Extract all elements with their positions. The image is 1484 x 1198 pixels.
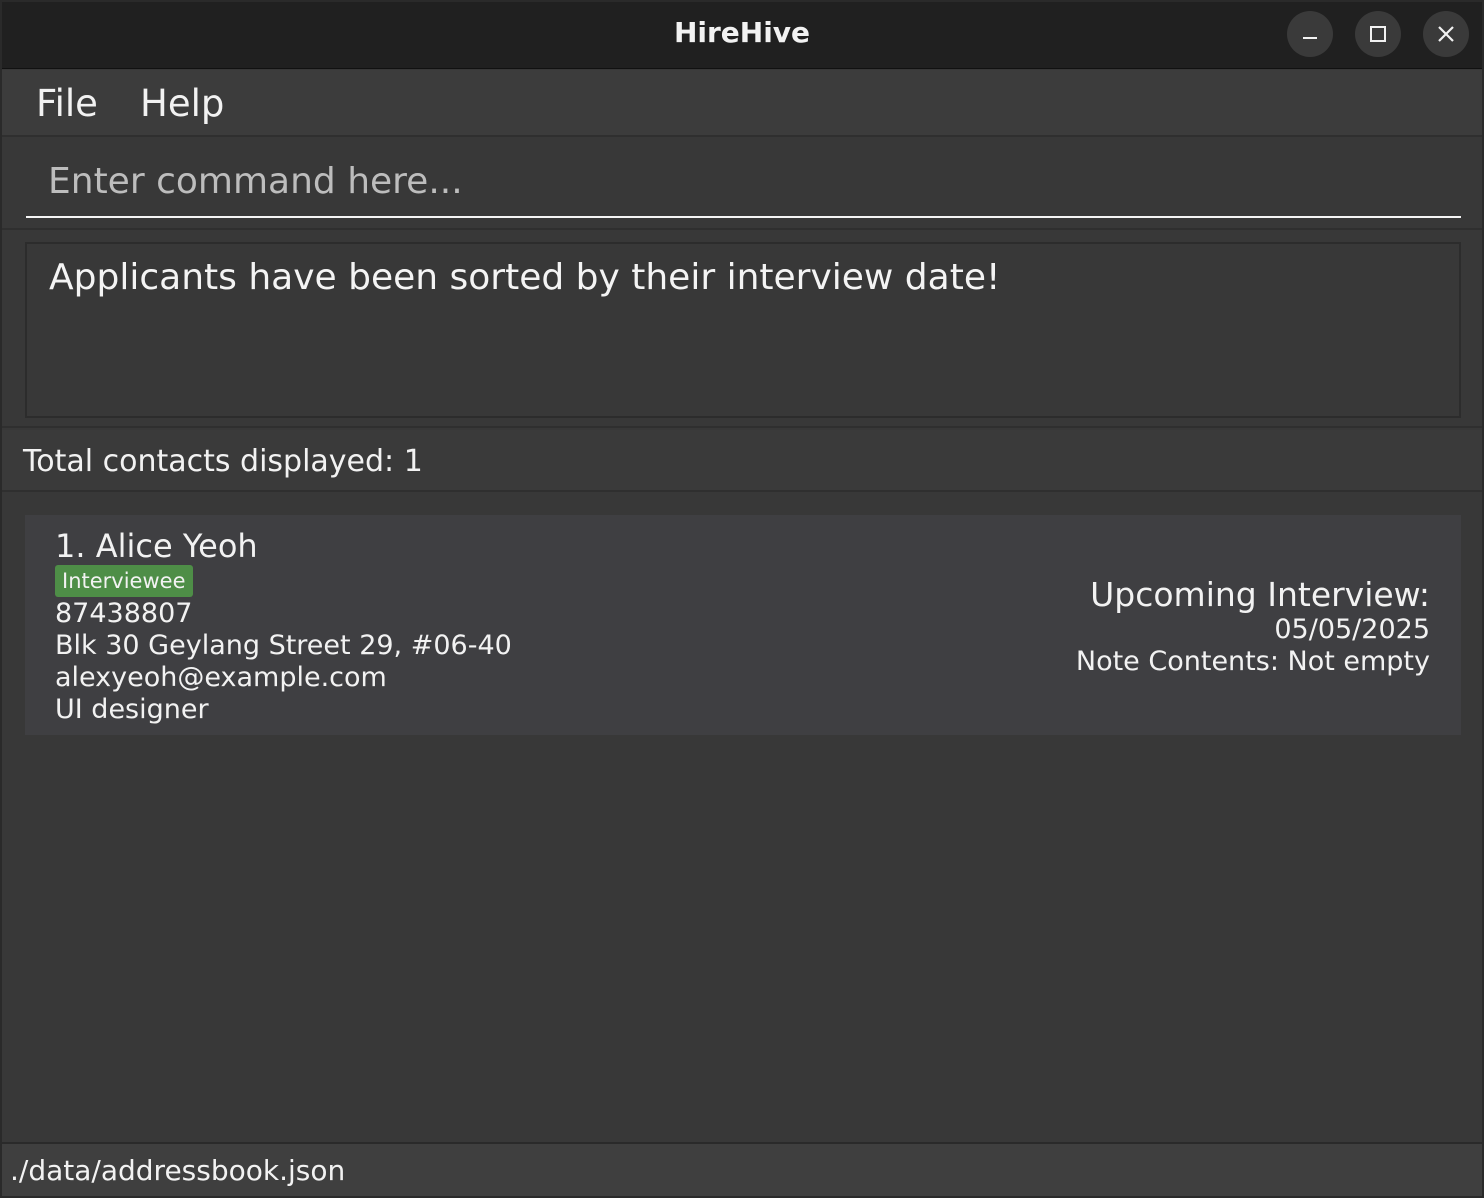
data-file-path: ./data/addressbook.json [10,1154,346,1187]
command-box [2,138,1482,230]
interview-heading: Upcoming Interview: [1090,575,1430,614]
contact-address: Blk 30 Geylang Street 29, #06-40 [55,630,512,661]
contact-list[interactable]: 1. Alice Yeoh Interviewee 87438807 Blk 3… [2,494,1482,1140]
contact-name: 1. Alice Yeoh [55,527,258,565]
minimize-icon [1303,37,1317,39]
menu-file[interactable]: File [36,82,98,125]
menu-help[interactable]: Help [140,82,224,125]
result-message: Applicants have been sorted by their int… [49,257,1001,298]
title-bar[interactable]: HireHive [2,2,1482,69]
app-window: HireHive File Help Applicants have been … [0,0,1484,1198]
contact-card[interactable]: 1. Alice Yeoh Interviewee 87438807 Blk 3… [25,515,1461,735]
minimize-button[interactable] [1287,11,1333,57]
status-bar: ./data/addressbook.json [2,1142,1482,1196]
maximize-button[interactable] [1355,11,1401,57]
contact-phone: 87438807 [55,598,193,629]
close-button[interactable] [1423,11,1469,57]
command-input[interactable] [26,146,1461,218]
contact-email: alexyeoh@example.com [55,662,387,693]
result-display[interactable]: Applicants have been sorted by their int… [25,242,1461,418]
contact-count: Total contacts displayed: 1 [23,444,423,479]
contact-count-bar: Total contacts displayed: 1 [2,430,1482,492]
window-title: HireHive [673,16,811,49]
status-tag: Interviewee [55,565,193,597]
result-display-panel: Applicants have been sorted by their int… [2,232,1482,428]
close-icon [1438,26,1454,42]
contact-role: UI designer [55,694,209,725]
menu-bar: File Help [2,70,1482,137]
note-status: Note Contents: Not empty [1075,646,1430,677]
interview-date: 05/05/2025 [1274,614,1430,645]
maximize-icon [1370,26,1386,42]
